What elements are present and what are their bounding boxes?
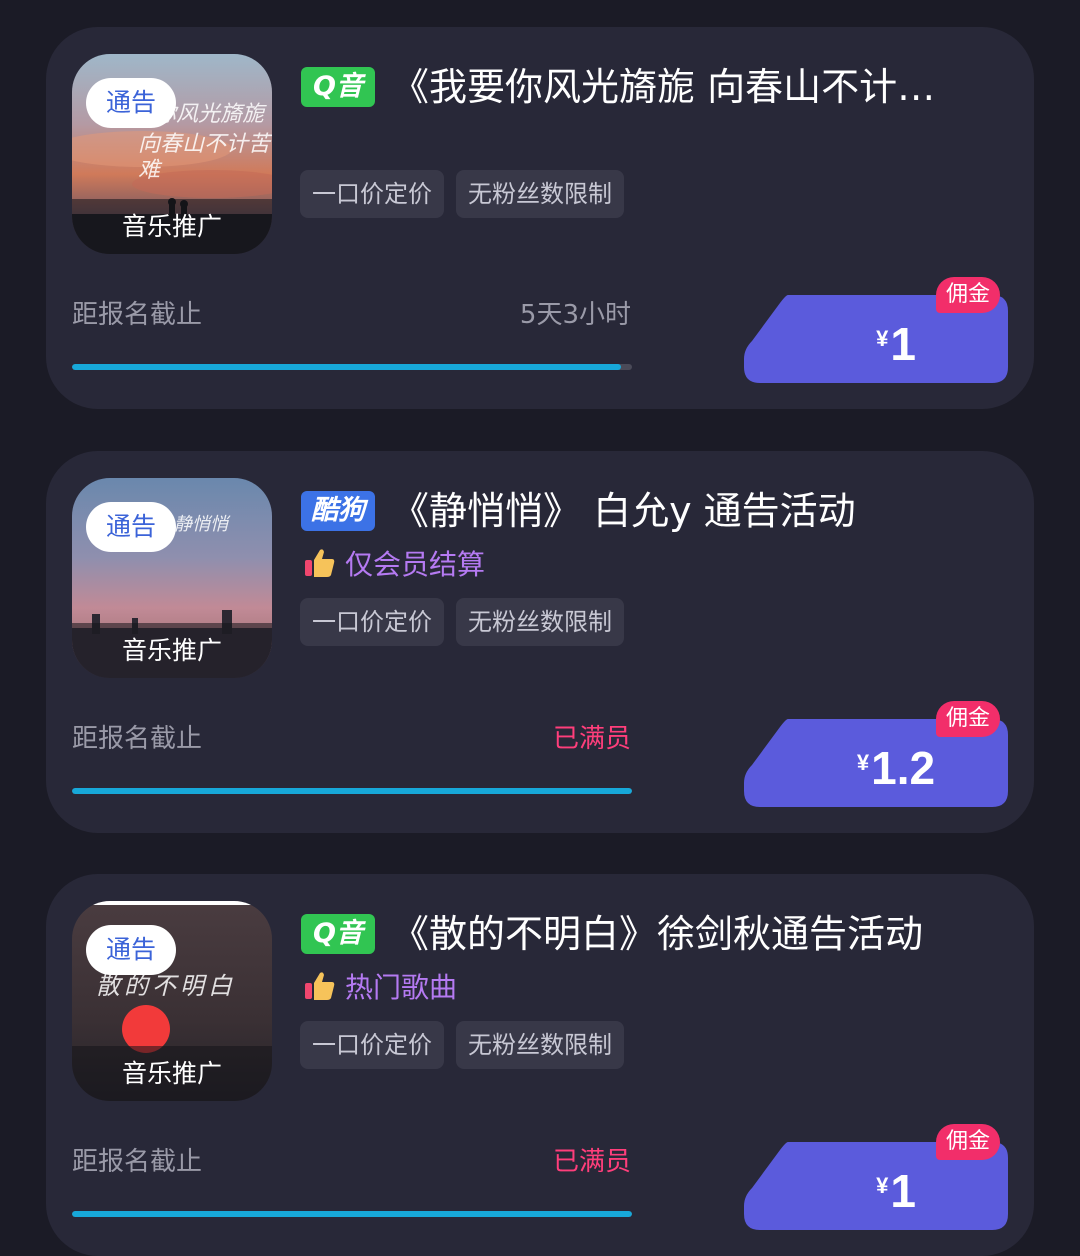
tag-chips: 一口价定价 无粉丝数限制 [300, 1021, 624, 1069]
cover-script-line: 散的不明白 [96, 972, 236, 1000]
album-cover: 我要你风光旖旎 向春山不计苦难 通告 音乐推广 [72, 54, 272, 254]
chip-no-follower-limit: 无粉丝数限制 [456, 170, 624, 218]
chip-no-follower-limit: 无粉丝数限制 [456, 598, 624, 646]
cover-category-label: 音乐推广 [72, 1046, 272, 1101]
cover-script-line: 向春山不计苦难 [138, 132, 271, 183]
price-value: 1 [890, 1165, 916, 1217]
qq-music-badge: Q音 [301, 67, 375, 107]
currency-symbol: ¥ [856, 750, 870, 775]
activity-card[interactable]: 静悄悄 通告 音乐推广 酷狗 《静悄悄》 白允y 通告活动 仅会员结算 一口价定… [46, 451, 1034, 833]
chip-fixed-price: 一口价定价 [300, 170, 444, 218]
perk-label: 仅会员结算 [303, 543, 485, 583]
progress-fill [72, 364, 621, 370]
chip-fixed-price: 一口价定价 [300, 598, 444, 646]
deadline-label: 距报名截止 [72, 1147, 203, 1177]
thumbs-up-icon [305, 972, 335, 1000]
currency-symbol: ¥ [876, 1173, 889, 1198]
album-cover: 散的不明白 通告 音乐推广 [72, 901, 272, 1101]
perk-label: 热门歌曲 [303, 966, 457, 1006]
commission-badge: 佣金 [936, 277, 1001, 313]
activity-card[interactable]: 散的不明白 通告 音乐推广 Q音 《散的不明白》徐剑秋通告活动 热门歌曲 一口价… [46, 874, 1034, 1256]
commission-badge: 佣金 [936, 1124, 1001, 1160]
enrollment-progress-bar [72, 364, 632, 370]
cover-category-label: 音乐推广 [72, 623, 272, 678]
enrollment-progress-bar [72, 788, 632, 794]
cover-script-line: 静悄悄 [174, 514, 228, 535]
deadline-value: 已满员 [552, 1147, 631, 1177]
commission-badge: 佣金 [936, 701, 1001, 737]
cover-category-label: 音乐推广 [72, 199, 272, 254]
deadline-value: 5天3小时 [519, 300, 631, 330]
activity-title[interactable]: 《散的不明白》徐剑秋通告活动 [391, 912, 991, 956]
tag-chips: 一口价定价 无粉丝数限制 [300, 170, 624, 218]
deadline-label: 距报名截止 [72, 300, 203, 330]
progress-fill [72, 788, 632, 794]
tag-chips: 一口价定价 无粉丝数限制 [300, 598, 624, 646]
enrollment-progress-bar [72, 1211, 632, 1217]
deadline-label: 距报名截止 [72, 724, 203, 754]
perk-text: 仅会员结算 [345, 548, 486, 581]
deadline-value: 已满员 [552, 724, 631, 754]
progress-fill [72, 1211, 632, 1217]
notice-tag: 通告 [86, 502, 177, 552]
chip-fixed-price: 一口价定价 [300, 1021, 444, 1069]
price-value: 1 [890, 318, 916, 370]
activity-title[interactable]: 《静悄悄》 白允y 通告活动 [391, 489, 991, 533]
chip-no-follower-limit: 无粉丝数限制 [456, 1021, 624, 1069]
kugou-badge: 酷狗 [301, 491, 375, 531]
album-cover: 静悄悄 通告 音乐推广 [72, 478, 272, 678]
currency-symbol: ¥ [876, 326, 889, 351]
activity-title[interactable]: 《我要你风光旖旎 向春山不计… [391, 65, 991, 109]
qq-music-badge: Q音 [301, 914, 375, 954]
price-value: 1.2 [871, 742, 936, 794]
thumbs-up-icon [305, 549, 335, 577]
activity-card[interactable]: 我要你风光旖旎 向春山不计苦难 通告 音乐推广 Q音 《我要你风光旖旎 向春山不… [46, 27, 1034, 409]
perk-text: 热门歌曲 [345, 971, 458, 1004]
notice-tag: 通告 [86, 78, 177, 128]
notice-tag: 通告 [86, 925, 177, 975]
